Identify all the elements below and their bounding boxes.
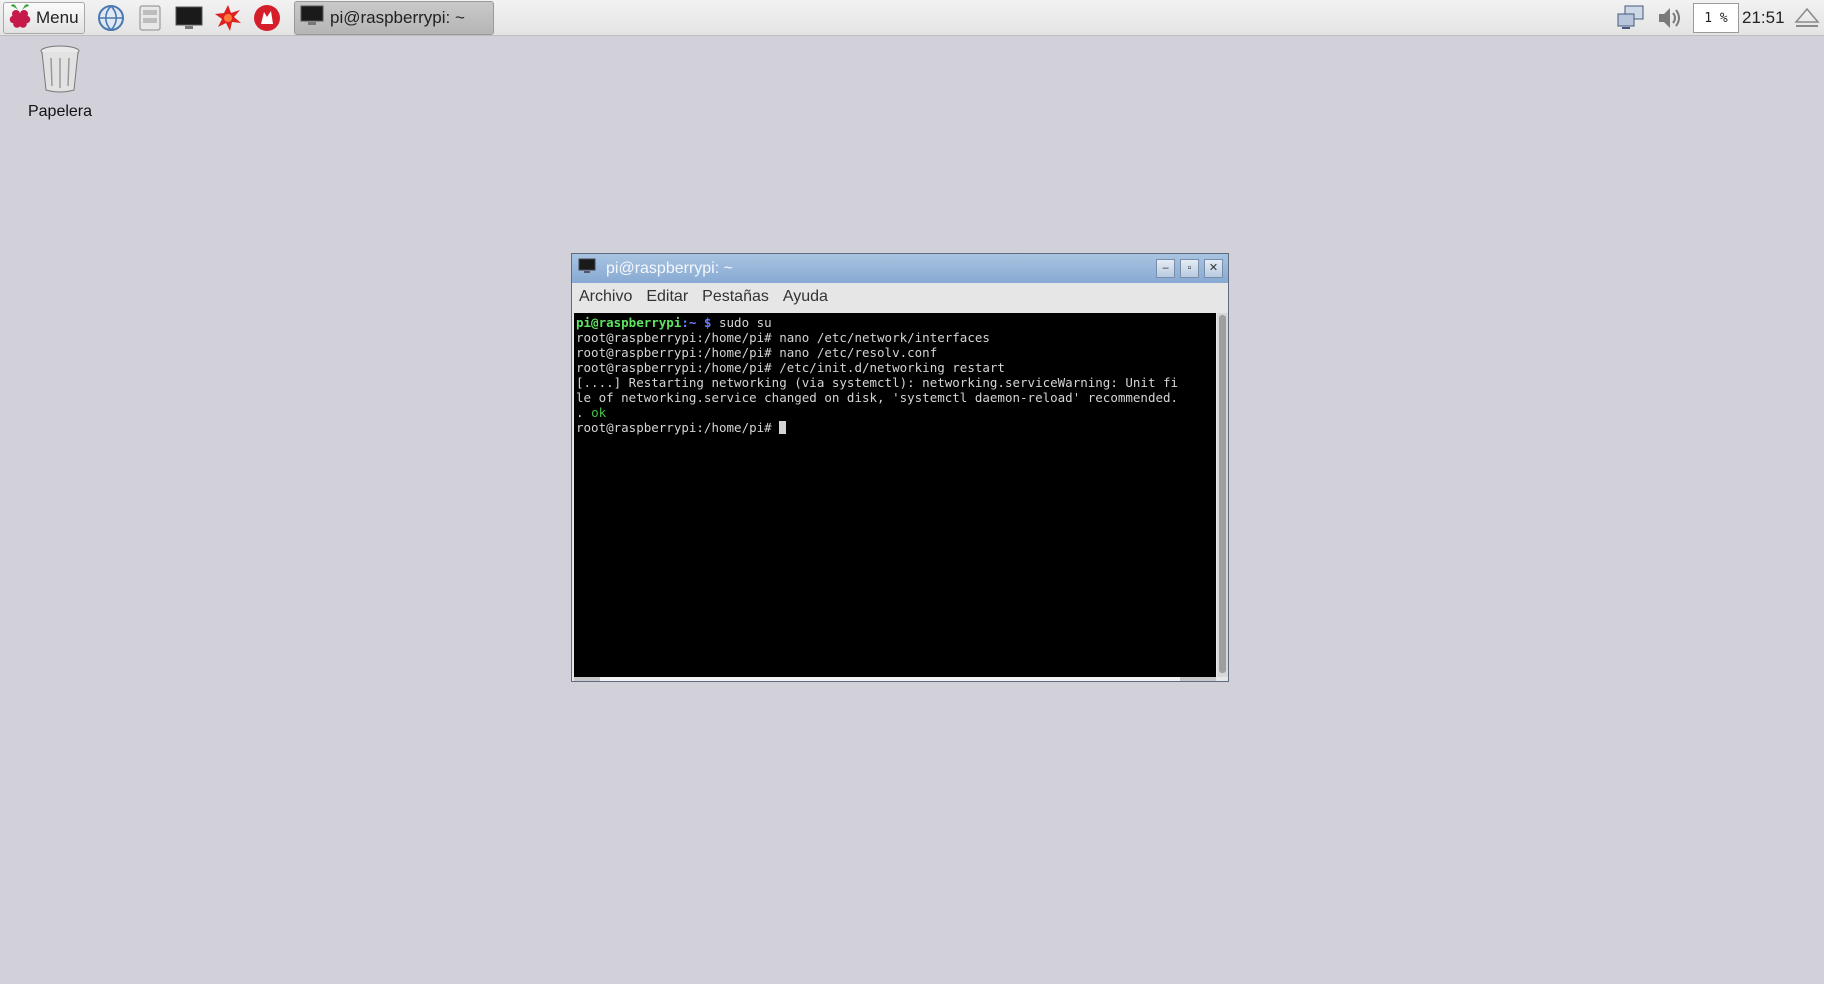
menu-button[interactable]: Menu (3, 2, 85, 34)
wolfram-icon[interactable] (252, 3, 282, 33)
mathematica-icon[interactable] (213, 3, 243, 33)
terminal-icon (300, 5, 324, 32)
final-prompt: root@raspberrypi:/home/pi# (576, 420, 780, 435)
prompt-path: :~ $ (681, 315, 712, 330)
scrollbar-thumb[interactable] (1219, 315, 1226, 673)
terminal-line: pi@raspberrypi:~ $ sudo su (576, 315, 1216, 330)
terminal-line: le of networking.service changed on disk… (576, 390, 1179, 405)
terminal-window: pi@raspberrypi: ~ – ▫ ✕ Archivo Editar P… (571, 253, 1229, 682)
menu-label: Menu (36, 8, 79, 27)
desktop-icon-trash[interactable]: Papelera (20, 44, 100, 121)
scrollbar-thumb[interactable] (600, 677, 1180, 681)
text-cursor (779, 421, 787, 434)
maximize-button[interactable]: ▫ (1180, 259, 1199, 278)
horizontal-scrollbar[interactable] (574, 677, 1216, 681)
terminal-icon (578, 258, 596, 279)
menu-editar[interactable]: Editar (646, 288, 688, 306)
minimize-icon: – (1162, 262, 1169, 274)
trash-icon (37, 45, 83, 98)
network-icon[interactable] (1616, 4, 1646, 32)
menu-ayuda[interactable]: Ayuda (783, 288, 828, 306)
terminal-dot: . (576, 405, 592, 420)
prompt-user: pi@raspberrypi (576, 315, 682, 330)
close-icon: ✕ (1208, 262, 1219, 274)
terminal-icon[interactable] (174, 3, 204, 33)
window-title: pi@raspberrypi: ~ (606, 259, 733, 277)
minimize-button[interactable]: – (1156, 259, 1175, 278)
close-button[interactable]: ✕ (1204, 259, 1223, 278)
status-ok: ok (591, 405, 607, 420)
window-menubar: Archivo Editar Pestañas Ayuda (572, 283, 1228, 311)
file-manager-icon[interactable] (135, 3, 165, 33)
eject-icon[interactable] (1792, 4, 1822, 32)
browser-icon[interactable] (96, 3, 126, 33)
terminal-line: root@raspberrypi:/home/pi# /etc/init.d/n… (576, 360, 1005, 375)
task-title: pi@raspberrypi: ~ (330, 8, 465, 27)
volume-icon[interactable] (1655, 4, 1685, 32)
terminal-line: root@raspberrypi:/home/pi# nano /etc/res… (576, 345, 938, 360)
clock[interactable]: 21:51 (1742, 0, 1785, 36)
menu-pestanas[interactable]: Pestañas (702, 288, 769, 306)
terminal-line: root@raspberrypi:/home/pi# nano /etc/net… (576, 330, 990, 345)
window-titlebar[interactable]: pi@raspberrypi: ~ – ▫ ✕ (572, 254, 1228, 283)
menu-archivo[interactable]: Archivo (579, 288, 632, 306)
desktop-icon-label: Papelera (27, 103, 93, 120)
maximize-icon: ▫ (1187, 262, 1192, 274)
vertical-scrollbar[interactable] (1217, 313, 1228, 677)
task-button-terminal[interactable]: pi@raspberrypi: ~ (294, 1, 494, 35)
terminal-output[interactable]: pi@raspberrypi:~ $ sudo su root@raspberr… (574, 313, 1216, 677)
taskbar: Menu pi@raspberrypi: ~ 1 % 21:51 (0, 0, 1824, 36)
terminal-line: [....] Restarting networking (via system… (576, 375, 1179, 390)
cpu-usage[interactable]: 1 % (1693, 3, 1739, 33)
terminal-command: sudo su (711, 315, 772, 330)
terminal-line: . ok (576, 405, 1216, 420)
raspberry-icon (8, 3, 32, 34)
terminal-line: root@raspberrypi:/home/pi# (576, 420, 1216, 435)
